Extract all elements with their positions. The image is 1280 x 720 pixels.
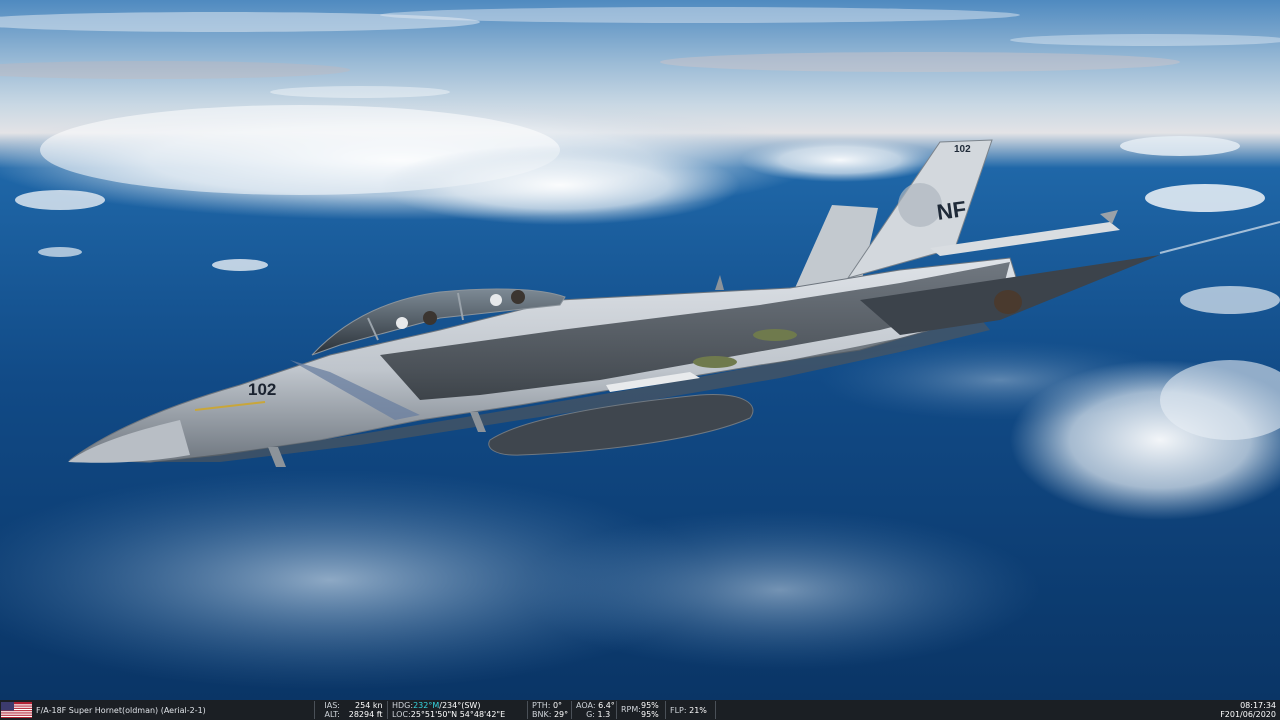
pilot-rear [511,290,525,304]
bomb-2 [753,329,797,341]
aircraft-name: F/A-18F Super Hornet(oldman) (Aerial-2-1… [36,706,206,715]
time: 08:17:34 [1240,701,1276,710]
flaps-block: FLP: 21% [670,706,707,715]
alt-label: ALT: [324,710,340,719]
divider [616,701,617,719]
status-bar: F/A-18F Super Hornet(oldman) (Aerial-2-1… [0,700,1280,720]
rpm-block: RPM: [621,701,641,714]
speed-altitude-block: IAS: 254 kn ALT: 28294 ft [318,701,384,719]
divider [527,701,528,719]
divider [571,701,572,719]
divider [314,701,315,719]
attitude-block: PTH: 0° BNK: 29° [532,701,568,719]
flp-label: FLP: [670,706,687,715]
hdg-magnetic: 232°M [413,701,440,710]
alt-value: 28294 ft [348,710,383,719]
heading-location-block: HDG:232°M/234°(SW) LOC:25°51'50"N 54°48'… [392,701,505,719]
game-scene: 102 NF 102 [0,0,1280,700]
rpm-value-right: 95% [641,710,659,719]
flight-scene-svg: 102 NF 102 [0,0,1280,700]
date: F201/06/2020 [1220,710,1276,719]
divider [665,701,666,719]
pilot-helmet-front [396,317,408,329]
hdg-true: /234°(SW) [439,701,481,710]
aoa-g-block: AOA: 6.4° G: 1.3 [576,701,615,719]
bnk-label: BNK: [532,710,552,719]
clock-block: 08:17:34 F201/06/2020 [1220,701,1276,719]
tail-modex: 102 [954,144,971,155]
us-flag-icon [1,702,32,718]
hdg-label: HDG: [392,701,414,710]
flp-value: 21% [689,706,707,715]
ias-label: IAS: [324,701,340,710]
divider [387,701,388,719]
aoa-label: AOA: [576,701,596,710]
g-label: G: [586,710,595,719]
pilot-helmet-rear [490,294,502,306]
nose-number: 102 [248,380,276,399]
loc-value: 25°51'50"N 54°48'42"E [410,710,506,719]
aoa-value: 6.4° [598,701,615,710]
rpm-label: RPM: [621,705,641,714]
rpm-values: 95% 95% [641,701,659,719]
loc-label: LOC: [392,710,411,719]
engine-nozzle [994,290,1022,314]
bomb-1 [693,356,737,368]
tail-code: NF [935,196,968,225]
divider [715,701,716,719]
rpm-value-left: 95% [641,701,659,710]
bnk-value: 29° [553,710,569,719]
pth-label: PTH: [532,701,551,710]
g-value: 1.3 [597,710,611,719]
pth-value: 0° [552,701,563,710]
ias-value: 254 kn [355,701,383,710]
pilot-front [423,311,437,325]
